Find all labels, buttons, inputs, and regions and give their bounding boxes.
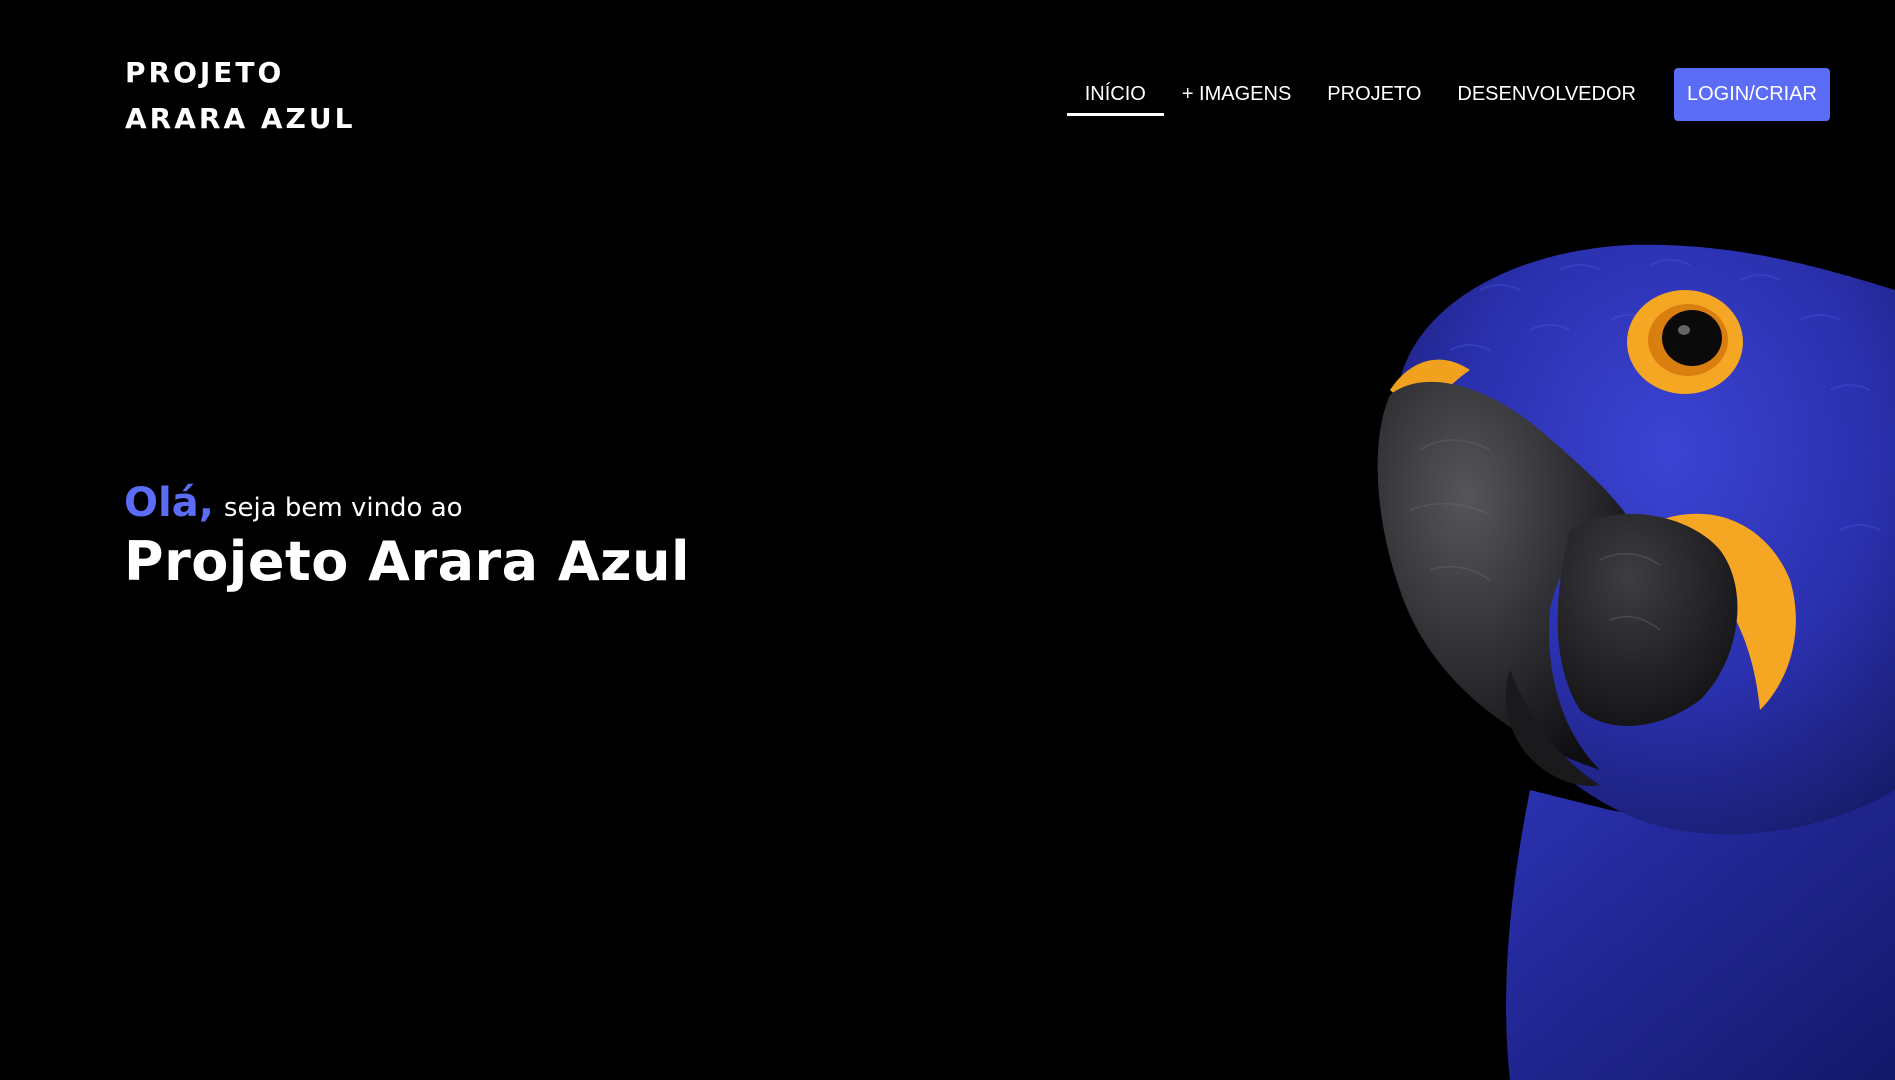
logo-line-2: ARARA AZUL — [125, 102, 356, 135]
landing-page: PROJETO ARARA AZUL INÍCIO + IMAGENS PROJ… — [0, 0, 1895, 1080]
greeting-text: seja bem vindo ao — [223, 493, 463, 523]
logo[interactable]: PROJETO ARARA AZUL — [125, 54, 355, 138]
hero-title: Projeto Arara Azul — [124, 530, 691, 593]
hyacinth-macaw-icon — [1360, 230, 1895, 1080]
main-nav: INÍCIO + IMAGENS PROJETO DESENVOLVEDOR L… — [1066, 68, 1830, 121]
hero-section: Olá, seja bem vindo ao Projeto Arara Azu… — [124, 480, 690, 593]
login-button[interactable]: LOGIN/CRIAR — [1673, 68, 1830, 121]
greeting-accent: Olá, — [124, 480, 214, 526]
logo-line-1: PROJETO — [125, 56, 285, 89]
greeting-line: Olá, seja bem vindo ao — [124, 480, 690, 526]
nav-link-projeto[interactable]: PROJETO — [1309, 68, 1439, 121]
nav-link-inicio[interactable]: INÍCIO — [1066, 68, 1164, 121]
nav-link-imagens[interactable]: + IMAGENS — [1164, 68, 1309, 121]
nav-link-desenvolvedor[interactable]: DESENVOLVEDOR — [1439, 68, 1654, 121]
site-header: PROJETO ARARA AZUL INÍCIO + IMAGENS PROJ… — [0, 0, 1895, 170]
